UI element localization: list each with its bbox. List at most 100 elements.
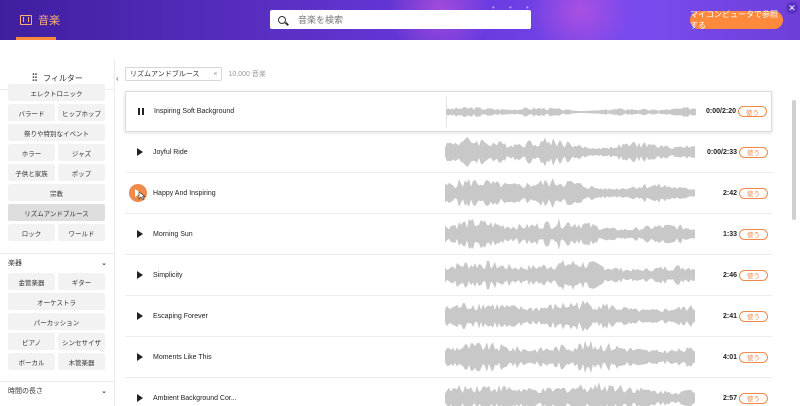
filter-tag[interactable]: ホラー xyxy=(8,144,55,161)
track-row[interactable]: Happy And Inspiring 2:42 使う xyxy=(125,173,772,214)
scrollbar[interactable] xyxy=(792,100,796,220)
result-count-number: 10,000 xyxy=(228,71,250,78)
play-icon xyxy=(137,148,143,156)
filter-tag[interactable]: ギター xyxy=(58,273,105,290)
play-button[interactable] xyxy=(134,228,146,240)
remove-filter-icon[interactable]: × xyxy=(213,71,217,78)
play-icon xyxy=(137,230,143,238)
sliders-icon: ⫶⫶ xyxy=(32,73,38,84)
filter-tag[interactable]: ワールド xyxy=(58,224,105,241)
pause-icon xyxy=(138,108,144,115)
filter-tag[interactable]: ボーカル xyxy=(8,353,55,370)
waveform-shape xyxy=(446,106,696,118)
track-row[interactable]: Ambient Background Cor... 2:57 使う xyxy=(125,378,772,406)
duration-section-header[interactable]: 時間の長さ ⌄ xyxy=(0,381,114,399)
play-button[interactable] xyxy=(134,310,146,322)
track-duration: 0:00/2:33 xyxy=(707,148,737,156)
track-duration: 2:42 xyxy=(722,189,737,197)
waveform[interactable] xyxy=(446,96,696,128)
music-tab[interactable]: 音楽 xyxy=(20,12,60,28)
waveform[interactable] xyxy=(445,300,695,332)
track-row[interactable]: Escaping Forever 2:41 使う xyxy=(125,296,772,337)
use-button[interactable]: 使う xyxy=(738,106,767,117)
track-list: Inspiring Soft Background 0:00/2:20 使う Joyf… xyxy=(125,91,772,406)
genre-tag-grid: エレクトロニック バラード ヒップホップ祭りや特別なイベント ホラー ジャズ 子供と家族ポ… xyxy=(8,84,105,241)
filter-tag[interactable]: エレクトロニック xyxy=(8,84,105,101)
filter-tag[interactable]: ピアノ xyxy=(8,333,55,350)
waveform-shape xyxy=(445,218,695,250)
filter-sidebar: ⫶⫶ フィルター エレクトロニック バラード ヒップホップ祭りや特別なイベント ホラー… xyxy=(0,60,115,406)
track-title: Moments Like This xyxy=(153,353,212,361)
waveform[interactable] xyxy=(445,136,695,168)
waveform[interactable] xyxy=(445,177,695,209)
filter-tag[interactable]: シンセサイザ xyxy=(58,333,105,350)
filter-tag[interactable]: ジャズ xyxy=(58,144,105,161)
play-button[interactable] xyxy=(134,269,146,281)
film-icon xyxy=(20,15,32,25)
waveform[interactable] xyxy=(445,218,695,250)
active-filter-label: リズムアンドブルース xyxy=(130,71,200,78)
filter-tag[interactable]: オーケストラ xyxy=(8,293,105,310)
waveform[interactable] xyxy=(445,382,695,406)
filter-tag[interactable]: パーカッション xyxy=(8,313,105,330)
track-title: Inspiring Soft Background xyxy=(154,108,235,115)
filter-tag[interactable]: 木管楽器 xyxy=(58,353,105,370)
pause-button[interactable] xyxy=(135,106,147,118)
use-button[interactable]: 使う xyxy=(739,269,768,281)
track-duration: 4:01 xyxy=(722,353,737,361)
play-button[interactable] xyxy=(134,392,146,404)
use-button[interactable]: 使う xyxy=(739,351,768,363)
track-title: Happy And Inspiring xyxy=(153,189,216,197)
filter-tag[interactable]: ロック xyxy=(8,224,55,241)
result-count-unit: 音楽 xyxy=(251,71,266,78)
filter-tag[interactable]: ヒップホップ xyxy=(58,104,105,121)
track-title: Morning Sun xyxy=(153,230,193,238)
filter-tag[interactable]: 子供と家族 xyxy=(8,164,55,181)
filter-tag[interactable]: ポップ xyxy=(58,164,105,181)
waveform-shape xyxy=(445,137,695,167)
track-duration: 2:41 xyxy=(722,312,737,320)
instrument-section-header[interactable]: 楽器 ⌄ xyxy=(0,253,114,271)
play-icon xyxy=(137,271,143,279)
waveform-shape xyxy=(445,341,695,373)
waveform-shape xyxy=(445,259,695,291)
play-button[interactable] xyxy=(134,351,146,363)
use-button[interactable]: 使う xyxy=(739,187,768,199)
result-count: 10,000 音楽 xyxy=(228,69,265,79)
track-row[interactable]: Morning Sun 1:33 使う xyxy=(125,214,772,255)
collapse-sidebar-icon[interactable]: ‹ xyxy=(116,74,119,83)
use-button[interactable]: 使う xyxy=(739,228,768,240)
play-button[interactable] xyxy=(134,146,146,158)
close-icon[interactable]: ✕ xyxy=(786,2,798,14)
duration-section-label: 時間の長さ xyxy=(8,387,43,395)
track-title: Escaping Forever xyxy=(153,312,208,320)
use-button[interactable]: 使う xyxy=(739,146,768,158)
filter-tag[interactable]: 宗教 xyxy=(8,184,105,201)
track-row[interactable]: Joyful Ride 0:00/2:33 使う xyxy=(125,132,772,173)
search-input[interactable] xyxy=(298,14,518,25)
chevron-down-icon: ⌄ xyxy=(101,387,107,395)
top-bar: • • • 音楽 マイコンピュータで参照する ✕ xyxy=(0,0,800,40)
track-duration: 2:57 xyxy=(722,394,737,402)
waveform[interactable] xyxy=(445,259,695,291)
header-glow xyxy=(520,0,640,40)
chevron-down-icon: ⌄ xyxy=(101,259,107,267)
active-filter-chip[interactable]: リズムアンドブルース × xyxy=(125,67,223,81)
track-duration: 0:00/2:20 xyxy=(706,108,736,115)
search-box[interactable] xyxy=(270,10,531,29)
track-row[interactable]: Simplicity 2:46 使う xyxy=(125,255,772,296)
filter-tag[interactable]: 祭りや特別なイベント xyxy=(8,124,105,141)
play-icon xyxy=(137,394,143,402)
filter-tag[interactable]: 金管楽器 xyxy=(8,273,55,290)
use-button[interactable]: 使う xyxy=(739,392,768,404)
track-row[interactable]: Moments Like This 4:01 使う xyxy=(125,337,772,378)
waveform[interactable] xyxy=(445,341,695,373)
music-tab-label: 音楽 xyxy=(38,15,60,27)
browse-computer-button[interactable]: マイコンピュータで参照する xyxy=(690,10,783,30)
filter-tag[interactable]: バラード xyxy=(8,104,55,121)
active-tab-indicator xyxy=(16,37,56,40)
use-button[interactable]: 使う xyxy=(739,310,768,322)
track-row[interactable]: Inspiring Soft Background 0:00/2:20 使う xyxy=(125,91,772,132)
filter-tag[interactable]: リズムアンドブルース xyxy=(8,204,105,221)
filter-label: フィルター xyxy=(43,74,83,83)
